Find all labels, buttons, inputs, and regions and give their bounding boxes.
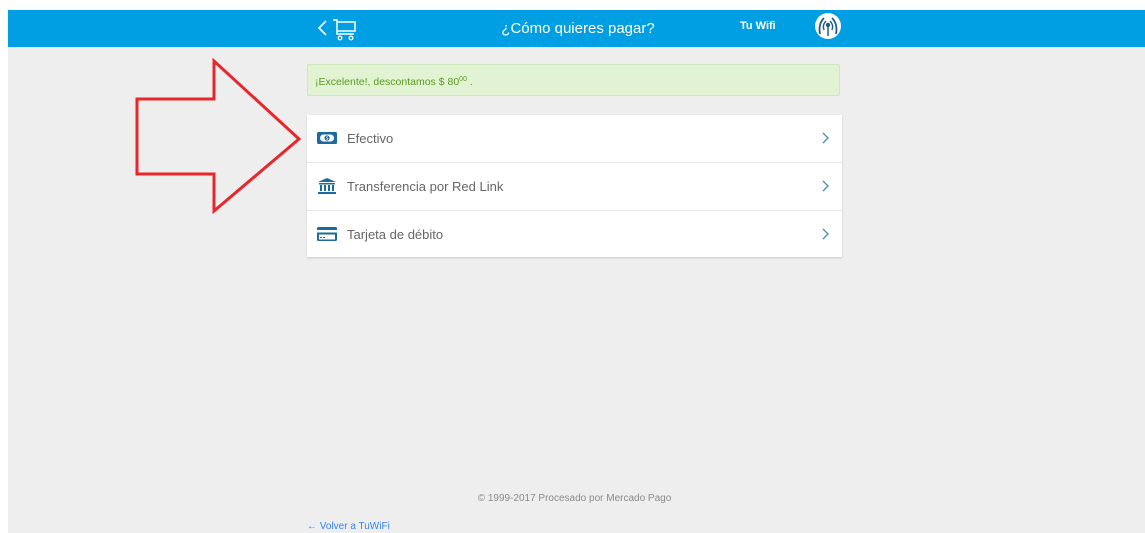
footer-copyright: © 1999-2017 Procesado por Mercado Pago — [477, 493, 672, 504]
bank-icon — [318, 178, 336, 194]
payment-method-label: Transferencia por Red Link — [347, 179, 504, 194]
payment-method-bank-transfer[interactable]: Transferencia por Red Link — [307, 163, 842, 211]
svg-text:$: $ — [326, 136, 329, 142]
page-title: ¿Cómo quieres pagar? — [501, 20, 655, 37]
payment-method-debit-card[interactable]: Tarjeta de débito — [307, 211, 842, 257]
wifi-logo-icon — [815, 13, 841, 39]
payment-method-cash[interactable]: $ Efectivo — [307, 115, 842, 163]
brand-name: Tu Wifi — [740, 20, 776, 32]
alert-cents: 00 — [459, 76, 467, 83]
cart-icon[interactable] — [332, 18, 358, 42]
chevron-right-icon — [822, 180, 829, 192]
alert-suffix: . — [466, 76, 473, 88]
page-frame: ¿Cómo quieres pagar? Tu Wifi ¡Excelente!… — [8, 10, 1145, 533]
payment-methods-list: $ Efectivo Transferencia por Red Link Ta… — [307, 115, 842, 257]
chevron-right-icon — [822, 228, 829, 240]
cash-icon: $ — [317, 132, 337, 144]
payment-method-label: Tarjeta de débito — [347, 227, 444, 242]
back-to-tuwifi-link[interactable]: ← Volver a TuWiFi — [307, 521, 390, 532]
top-bar: ¿Cómo quieres pagar? Tu Wifi — [8, 10, 1145, 47]
chevron-right-icon — [822, 132, 829, 144]
debit-card-icon — [317, 227, 337, 241]
discount-alert: ¡Excelente!, descontamos $ 8000 . — [307, 64, 840, 96]
payment-method-label: Efectivo — [347, 131, 394, 146]
back-chevron-icon[interactable] — [315, 18, 331, 38]
alert-text: ¡Excelente!, descontamos $ 80 — [315, 76, 460, 88]
